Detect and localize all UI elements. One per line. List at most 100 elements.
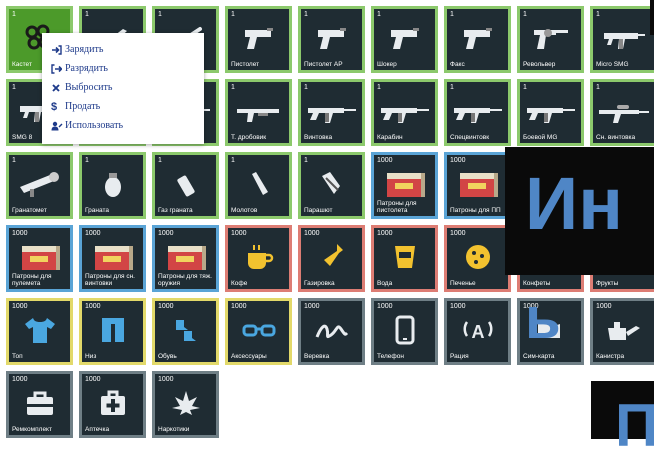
inventory-slot[interactable]: 1000 Веревка <box>298 298 365 365</box>
weed-icon <box>155 382 216 423</box>
inventory-slot[interactable]: 1 Т. дробовик <box>225 79 292 146</box>
inventory-slot[interactable]: 1 Граната <box>79 152 146 219</box>
pistol-icon <box>228 17 289 58</box>
inventory-slot[interactable]: 1000 Обувь <box>152 298 219 365</box>
menu-item-label: Использовать <box>65 120 124 131</box>
slot-name: Газировка <box>304 280 335 287</box>
rope-icon <box>301 309 362 350</box>
menu-item-use[interactable]: Использовать <box>42 116 204 135</box>
overlay-banner-bottom: П <box>591 381 654 456</box>
inventory-slot[interactable]: 1 Парашют <box>298 152 365 219</box>
slot-name: Канистра <box>596 353 625 360</box>
slot-name: Т. дробовик <box>231 134 267 141</box>
shotgun-icon <box>228 90 289 131</box>
inventory-slot[interactable]: 1000 Низ <box>79 298 146 365</box>
slot-name: Обувь <box>158 353 177 360</box>
sell-icon: $ <box>51 100 58 113</box>
inventory-slot[interactable]: 1000 Ремкомплект <box>6 371 73 438</box>
slot-name: Молотов <box>231 207 258 214</box>
inventory-slot[interactable]: 1000 Телефон <box>371 298 438 365</box>
rifle-icon <box>447 90 508 131</box>
bottle-icon <box>301 236 362 277</box>
inventory-slot[interactable]: 1 Сн. винтовка <box>590 79 654 146</box>
ammo-box-icon <box>82 236 143 277</box>
slot-name: Вода <box>377 280 393 287</box>
inventory-slot[interactable]: 1000 Патроны для сн. винтовки <box>79 225 146 292</box>
slot-name: Веревка <box>304 353 330 360</box>
inventory-slot[interactable]: 1000 Вода <box>371 225 438 292</box>
inventory-slot[interactable]: 1 Спецвинтовк <box>444 79 511 146</box>
inventory-slot[interactable]: 1 Винтовка <box>298 79 365 146</box>
inventory-slot[interactable]: 1 Молотов <box>225 152 292 219</box>
glasses-icon <box>228 309 289 350</box>
inventory-slot[interactable]: 1000 A Рация <box>444 298 511 365</box>
slot-name: Сн. винтовка <box>596 134 636 141</box>
inventory-slot[interactable]: 1 Револьвер <box>517 6 584 73</box>
inventory-slot[interactable]: 1000 Канистра <box>590 298 654 365</box>
inventory-slot[interactable]: 1000 Топ <box>6 298 73 365</box>
use-icon <box>51 121 64 131</box>
slot-name: Патроны для пулемета <box>12 273 52 287</box>
medkit-icon <box>82 382 143 423</box>
pistol-icon <box>447 17 508 58</box>
inventory-slot[interactable]: 1 Гранатомет <box>6 152 73 219</box>
inventory-slot[interactable]: 1 Карабин <box>371 79 438 146</box>
menu-item-unload[interactable]: Разрядить <box>42 59 204 78</box>
inventory-slot[interactable]: 1 Боевой МG <box>517 79 584 146</box>
inventory-slot[interactable]: 1000 Аптечка <box>79 371 146 438</box>
launcher-icon <box>9 163 70 204</box>
pants-icon <box>82 309 143 350</box>
inventory-slot[interactable]: 1000 Кофе <box>225 225 292 292</box>
slot-name: Парашют <box>304 207 333 214</box>
rifle-icon <box>374 90 435 131</box>
inventory-slot[interactable]: 1 Пистолет <box>225 6 292 73</box>
inventory-slot[interactable]: 1 Факс <box>444 6 511 73</box>
phone-icon <box>374 309 435 350</box>
inventory-slot[interactable]: 1 Шокер <box>371 6 438 73</box>
menu-item-label: Продать <box>65 101 101 112</box>
pistol-icon <box>374 17 435 58</box>
slot-name: Гранатомет <box>12 207 47 214</box>
inventory-slot[interactable]: 1000 Патроны для пистолета <box>371 152 438 219</box>
inventory-slot[interactable]: 1000 Наркотики <box>152 371 219 438</box>
slot-name: Рация <box>450 353 469 360</box>
inventory-slot[interactable]: 1000 Патроны для ПП <box>444 152 511 219</box>
inventory-slot[interactable]: 1000 Газировка <box>298 225 365 292</box>
ammo-box-icon <box>374 163 435 204</box>
rifle-icon <box>520 90 581 131</box>
inventory-slot[interactable]: 1 Пистолет АР <box>298 6 365 73</box>
shoes-icon <box>155 309 216 350</box>
slot-name: Наркотики <box>158 426 190 433</box>
inventory-slot[interactable]: 1000 Аксессуары <box>225 298 292 365</box>
inventory-slot[interactable]: 1 Газ граната <box>152 152 219 219</box>
pistol-icon <box>301 17 362 58</box>
overlay-subtext: ь <box>525 286 561 351</box>
overlay-banner: Ин <box>505 147 654 275</box>
slot-name: Сим-карта <box>523 353 555 360</box>
ammo-box-icon <box>9 236 70 277</box>
slot-name: Боевой МG <box>523 134 558 141</box>
slot-name: Телефон <box>377 353 404 360</box>
menu-item-drop[interactable]: Выбросить <box>42 78 204 97</box>
revolver-icon <box>520 17 581 58</box>
glass-icon <box>374 236 435 277</box>
slot-name: Печенье <box>450 280 476 287</box>
slot-name: Топ <box>12 353 23 360</box>
slot-name: Фрукты <box>596 280 619 287</box>
slot-name: Низ <box>85 353 97 360</box>
grenade-icon <box>82 163 143 204</box>
cookie-icon <box>447 236 508 277</box>
inventory-slot[interactable]: 1000 Печенье <box>444 225 511 292</box>
slot-name: Патроны для сн. винтовки <box>85 273 135 287</box>
smg-icon <box>593 17 654 58</box>
slot-name: Аксессуары <box>231 353 267 360</box>
inventory-slot[interactable]: 1 Micro SMG <box>590 6 654 73</box>
inventory-slot[interactable]: 1000 Патроны для пулемета <box>6 225 73 292</box>
ammo-box-icon <box>155 236 216 277</box>
slot-name: Граната <box>85 207 109 214</box>
menu-item-load[interactable]: Зарядить <box>42 40 204 59</box>
slot-name: Ремкомплект <box>12 426 52 433</box>
menu-item-sell[interactable]: $ Продать <box>42 97 204 116</box>
radio-icon: A <box>447 309 508 350</box>
inventory-slot[interactable]: 1000 Патроны для тяж. оружия <box>152 225 219 292</box>
